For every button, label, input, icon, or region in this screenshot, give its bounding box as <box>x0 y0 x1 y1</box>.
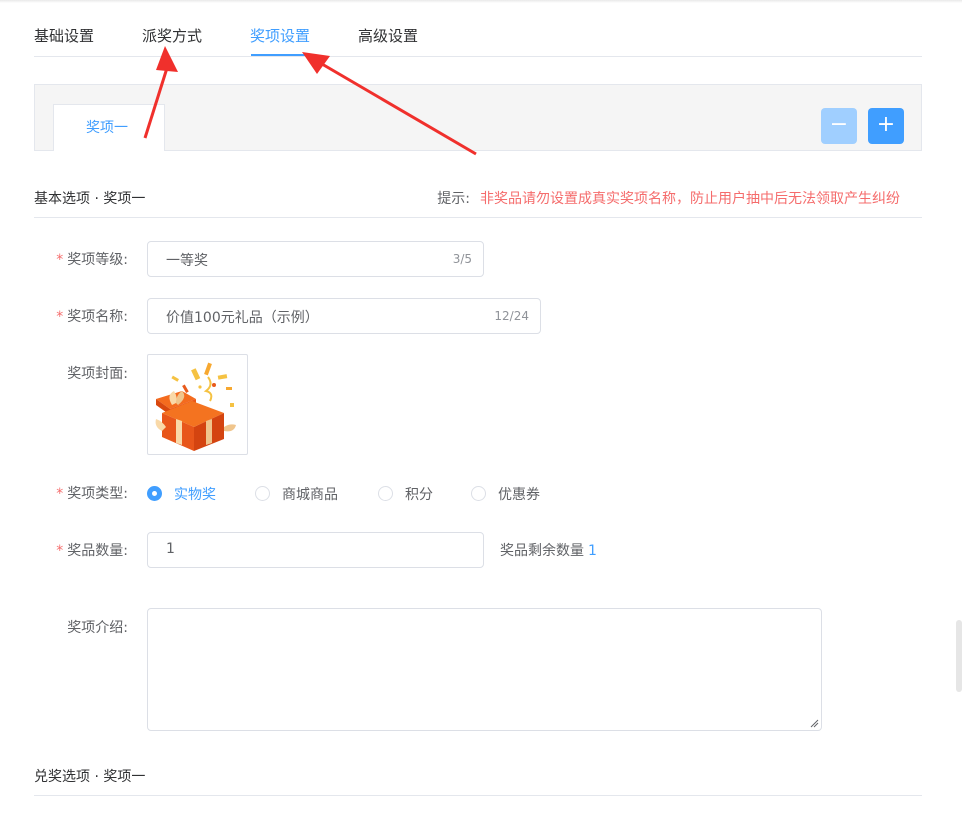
remaining-label: 奖品剩余数量 <box>500 543 584 559</box>
hint: 提示: 非奖品请勿设置成真实奖项名称，防止用户抽中后无法领取产生纠纷 <box>437 188 900 208</box>
prize-tab-1[interactable]: 奖项一 <box>53 104 165 151</box>
level-char-count: 3/5 <box>452 252 472 266</box>
radio-unchecked-icon <box>255 486 270 501</box>
page-scrollbar[interactable] <box>956 620 962 692</box>
level-input[interactable]: 一等奖 3/5 <box>147 241 484 277</box>
remove-prize-button[interactable]: − <box>821 108 857 144</box>
level-value: 一等奖 <box>166 253 208 269</box>
top-shadow <box>0 0 962 3</box>
section-title: 兑奖选项 · 奖项一 <box>34 769 146 785</box>
cover-upload[interactable] <box>147 354 248 455</box>
resize-grip-icon[interactable] <box>810 719 819 728</box>
hint-text: 非奖品请勿设置成真实奖项名称，防止用户抽中后无法领取产生纠纷 <box>480 191 900 207</box>
radio-label: 优惠券 <box>498 487 540 503</box>
type-label: * 奖项类型: <box>56 486 128 502</box>
section-title: 基本选项 · 奖项一 <box>34 191 146 207</box>
quantity-input[interactable]: 1 <box>147 532 484 568</box>
cover-label: 奖项封面: <box>67 366 128 382</box>
radio-label: 积分 <box>405 487 433 503</box>
radio-label: 实物奖 <box>174 487 216 503</box>
radio-checked-icon <box>147 486 162 501</box>
name-value: 价值100元礼品（示例） <box>166 310 319 326</box>
prize-tab-strip: 奖项一 − + <box>34 84 922 151</box>
name-input[interactable]: 价值100元礼品（示例） 12/24 <box>147 298 541 334</box>
tab-advanced-settings[interactable]: 高级设置 <box>358 25 418 46</box>
intro-textarea[interactable] <box>147 608 822 731</box>
tab-prize-settings[interactable]: 奖项设置 <box>250 25 310 46</box>
tab-award-method[interactable]: 派奖方式 <box>142 25 202 46</box>
intro-label: 奖项介绍: <box>67 620 128 636</box>
radio-label: 商城商品 <box>282 487 338 503</box>
name-char-count: 12/24 <box>494 309 529 323</box>
gift-box-icon <box>155 362 236 451</box>
add-prize-button[interactable]: + <box>868 108 904 144</box>
tab-basic-settings[interactable]: 基础设置 <box>34 25 94 46</box>
required-mark: * <box>56 543 64 559</box>
radio-unchecked-icon <box>471 486 486 501</box>
active-tab-underline <box>251 54 314 56</box>
required-mark: * <box>56 309 64 325</box>
basic-section-header: 基本选项 · 奖项一 提示: 非奖品请勿设置成真实奖项名称，防止用户抽中后无法领取… <box>34 184 922 218</box>
quantity-label: * 奖品数量: <box>56 543 128 559</box>
quantity-value: 1 <box>166 541 175 557</box>
name-label: * 奖项名称: <box>56 309 128 325</box>
required-mark: * <box>56 252 64 268</box>
remaining-quantity: 奖品剩余数量 1 <box>500 540 597 560</box>
settings-tabs: 基础设置 派奖方式 奖项设置 高级设置 <box>34 22 922 57</box>
redeem-section-header: 兑奖选项 · 奖项一 <box>34 762 922 796</box>
radio-unchecked-icon <box>378 486 393 501</box>
required-mark: * <box>56 486 64 502</box>
remaining-value: 1 <box>588 543 597 559</box>
level-label: * 奖项等级: <box>56 252 128 268</box>
hint-label: 提示: <box>437 191 470 207</box>
